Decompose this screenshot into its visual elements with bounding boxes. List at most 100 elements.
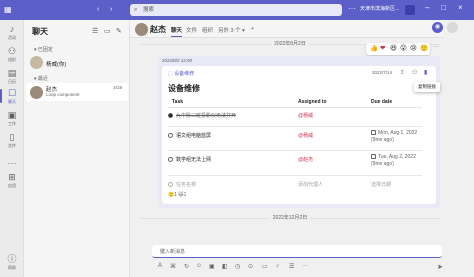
copy-link-tooltip: 复制链接 <box>414 82 440 92</box>
share-icon[interactable]: ⇪ <box>400 69 405 76</box>
list-icon[interactable]: ☰ <box>289 263 294 270</box>
new-chat-icon[interactable]: ✎ <box>116 27 122 35</box>
message-more-icon[interactable]: ··· <box>433 44 439 50</box>
more-reactions-icon[interactable]: 🙂 <box>420 45 428 53</box>
send-icon[interactable]: ➤ <box>437 263 443 271</box>
bell-icon: ♪ <box>9 24 15 34</box>
calendar-icon: ▤ <box>7 68 17 78</box>
praise-icon[interactable]: ♪ <box>276 263 279 269</box>
rail-item-activity[interactable]: ♪ 活动 <box>0 22 24 44</box>
avatar <box>30 56 43 69</box>
format-icon[interactable]: A <box>158 263 162 269</box>
user-avatar[interactable] <box>447 22 458 33</box>
add-assignee-input[interactable]: 添加代理人 <box>298 181 323 188</box>
loop-card-title: 设备维修 <box>168 84 200 93</box>
chat-item-recent[interactable]: 赵杰 Loop component 4/19 <box>26 83 128 101</box>
forward-arrow-icon[interactable]: › <box>110 6 112 13</box>
like-reaction[interactable]: 👍 <box>370 45 378 53</box>
search-placeholder: 搜索 <box>143 7 155 13</box>
add-date-input[interactable]: 选择日期 <box>371 181 391 188</box>
pinned-section-header[interactable]: ▾ 已固定 <box>34 46 53 53</box>
loop-icon[interactable]: ▮ <box>424 69 427 76</box>
emoji-icon[interactable]: ☺ <box>196 263 202 269</box>
rail-item-files[interactable]: ▯ 文件 <box>0 130 24 152</box>
teams-logo-icon: ▦ <box>4 5 12 14</box>
avatar <box>135 23 148 36</box>
location-icon[interactable]: ⊙ <box>248 263 253 270</box>
rail-item-apps[interactable]: ⊞ 应用 <box>0 170 24 192</box>
filter-icon[interactable]: ☰ <box>92 27 98 35</box>
chat-header-name: 赵杰 <box>150 25 166 34</box>
more-dots-icon: ··· <box>7 158 17 168</box>
checkbox[interactable] <box>168 133 173 138</box>
avatar <box>30 86 43 99</box>
search-input[interactable]: ⌕ 搜索 <box>130 4 342 16</box>
sad-reaction[interactable]: 😢 <box>410 45 417 53</box>
checkbox[interactable] <box>168 113 173 118</box>
tab-org[interactable]: 组织 <box>202 26 213 34</box>
search-icon: ⌕ <box>134 7 138 13</box>
briefcase-icon: ▣ <box>7 110 17 120</box>
chat-icon: ☐ <box>7 88 17 98</box>
chat-list-pane: 聊天 ☰ ▭ ✎ ▾ 已固定 杨威(你) ▾ 最近 赵杰 Loop compon… <box>24 20 130 277</box>
app-rail: ♪ 活动 ⚇ 组织 ▤ 日历 ☐ 聊天 ▣ 工作 ▯ 文件 ··· ⊞ 应用 ⓘ 帮助 <box>0 20 24 277</box>
checkbox[interactable] <box>168 157 173 162</box>
date-divider: 2022年12月2日 <box>140 214 440 222</box>
rail-item-org[interactable]: ⚇ 组织 <box>0 44 24 66</box>
sticker-icon[interactable]: ◧ <box>222 263 228 270</box>
close-icon[interactable]: × <box>458 3 463 12</box>
surprised-reaction[interactable]: 😮 <box>400 45 407 53</box>
video-call-icon[interactable]: ▭ <box>104 27 111 35</box>
more-options-icon[interactable]: ··· <box>348 4 356 13</box>
chat-action-button[interactable]: ◉ <box>432 22 443 33</box>
add-tab-icon[interactable]: + <box>251 26 254 32</box>
task-row[interactable]: 九中除三班投影仪无法打开 <box>168 112 236 119</box>
tab-more[interactable]: 另外 3 个 ▾ <box>218 26 245 34</box>
loop-component-icon[interactable]: ↻ <box>184 263 189 270</box>
card-footer: 🙂1 😺1 <box>168 192 187 198</box>
reaction-bar: 👍 ❤ 😆 😮 😢 🙂 <box>366 43 430 55</box>
laugh-reaction[interactable]: 😆 <box>390 45 397 53</box>
add-task-input[interactable]: 任务名称 <box>168 181 196 188</box>
calendar-icon <box>371 130 376 135</box>
rail-item-chat[interactable]: ☐ 聊天 <box>0 86 24 108</box>
due-date[interactable]: Tue, Aug 2, 2022 (9mo ago) <box>371 154 421 168</box>
people-icon[interactable]: ⚇ <box>412 69 417 76</box>
message-composer[interactable]: 键入新消息 <box>152 245 442 258</box>
meet-icon[interactable]: ▭ <box>262 263 268 270</box>
title-bar: ▦ ‹ › ⌕ 搜索 ··· 天津市滨海新区... – □ × <box>0 0 474 20</box>
attach-icon[interactable]: ⌘ <box>170 263 176 270</box>
rail-item-work[interactable]: ▣ 工作 <box>0 108 24 130</box>
tenant-avatar[interactable] <box>405 5 415 15</box>
chat-header: 赵杰 聊天 文件 组织 另外 3 个 ▾ + <box>130 20 444 38</box>
apps-icon: ⊞ <box>8 172 16 182</box>
rail-item-help[interactable]: ⓘ 帮助 <box>0 252 24 274</box>
task-row[interactable]: 语文组电脑蓝屏 <box>168 132 211 139</box>
schedule-icon[interactable]: ◷ <box>235 263 240 270</box>
minimize-icon[interactable]: – <box>425 3 429 12</box>
org-icon: ⚇ <box>7 46 17 56</box>
more-tools-icon[interactable]: ··· <box>302 263 308 269</box>
help-icon: ⓘ <box>7 254 17 264</box>
chat-list-title: 聊天 <box>32 27 48 36</box>
loop-card: 2022/8/2 12:00 ⬚ 设备维修 2022/7/14 ⇪ ⚇ ▮ 设备… <box>158 56 440 208</box>
tab-files[interactable]: 文件 <box>186 26 197 34</box>
loop-card-body: ⬚ 设备维修 2022/7/14 ⇪ ⚇ ▮ 设备维修 Task Assigne… <box>162 66 436 204</box>
back-arrow-icon[interactable]: ‹ <box>97 6 99 13</box>
calendar-icon <box>371 154 376 159</box>
gif-icon[interactable]: ▣ <box>209 263 215 270</box>
column-due-date: Due date <box>371 99 393 105</box>
task-row[interactable]: 数学组无法上网 <box>168 156 211 163</box>
heart-reaction[interactable]: ❤ <box>380 45 385 53</box>
chat-item-pinned[interactable]: 杨威(你) <box>26 56 128 70</box>
rail-item-calendar[interactable]: ▤ 日历 <box>0 66 24 88</box>
tenant-name[interactable]: 天津市滨海新区... <box>360 5 408 12</box>
column-task: Task <box>172 99 184 105</box>
column-assigned-to: Assigned to <box>298 99 327 105</box>
due-date[interactable]: Mon, Aug 1, 2022 (9mo ago) <box>371 130 421 144</box>
loop-app-name[interactable]: ⬚ 设备维修 <box>168 70 194 77</box>
maximize-icon[interactable]: □ <box>441 3 446 12</box>
recent-section-header[interactable]: ▾ 最近 <box>34 75 48 82</box>
tab-chat[interactable]: 聊天 <box>171 26 183 37</box>
file-icon: ▯ <box>9 132 15 142</box>
